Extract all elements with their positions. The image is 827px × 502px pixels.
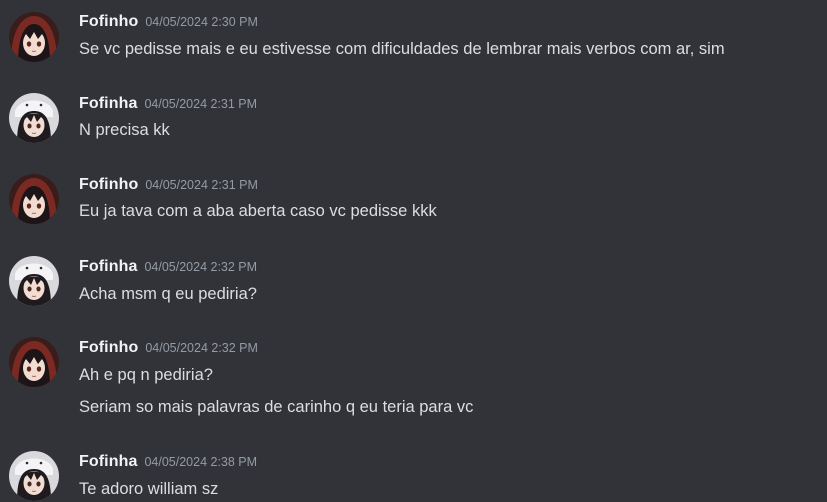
hooded-girl-avatar[interactable] [9,174,59,224]
message-text: Acha msm q eu pediria? [79,285,257,303]
author-name[interactable]: Fofinho [79,13,138,30]
message-text: Ah e pq n pediria? [79,366,213,384]
message-timestamp: 04/05/2024 2:38 PM [144,455,258,469]
message-timestamp: 04/05/2024 2:31 PM [144,97,258,111]
author-name[interactable]: Fofinha [79,95,137,112]
bunny-hat-girl-avatar[interactable] [9,451,59,501]
bunny-hat-girl-avatar[interactable] [9,256,59,306]
author-name[interactable]: Fofinha [79,258,137,275]
message-text: Se vc pedisse mais e eu estivesse com di… [79,40,725,58]
author-name[interactable]: Fofinha [79,453,137,470]
message-timestamp: 04/05/2024 2:31 PM [145,178,258,192]
hooded-girl-avatar[interactable] [9,337,59,387]
message-timestamp: 04/05/2024 2:32 PM [144,260,258,274]
author-name[interactable]: Fofinho [79,176,138,193]
hooded-girl-avatar[interactable] [9,12,59,62]
message-text: N precisa kk [79,121,170,139]
message-text: Eu ja tava com a aba aberta caso vc pedi… [79,202,437,220]
bunny-hat-girl-avatar[interactable] [9,93,59,143]
message-timestamp: 04/05/2024 2:32 PM [145,341,258,355]
message-text: Te adoro william sz [79,480,219,498]
author-name[interactable]: Fofinho [79,339,138,356]
message-timestamp: 04/05/2024 2:30 PM [145,15,258,29]
message-text: Seriam so mais palavras de carinho q eu … [79,398,474,416]
